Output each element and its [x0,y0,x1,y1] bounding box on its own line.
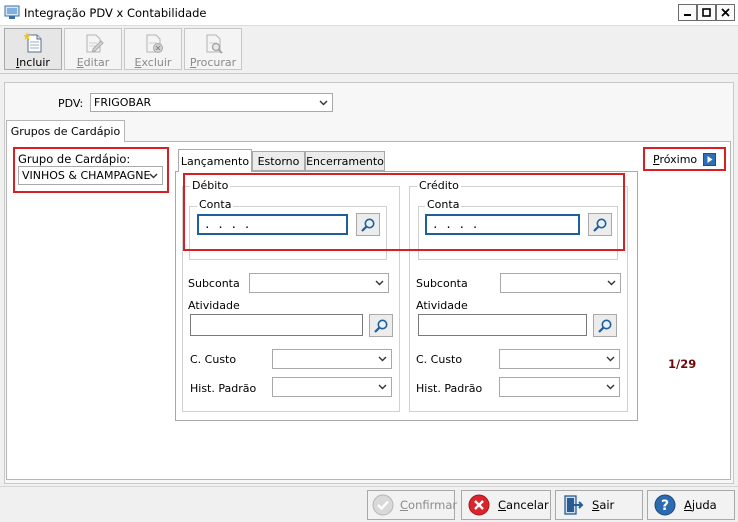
grupo-selected-value: VINHOS & CHAMPAGNES [22,169,150,182]
confirmar-label: Confirmar [400,498,458,512]
excluir-button[interactable]: Excluir [124,28,182,70]
chevron-down-icon [606,356,615,362]
credito-atividade-input[interactable] [418,314,587,336]
minimize-icon [684,14,691,16]
sair-button[interactable]: Sair [555,490,643,520]
maximize-icon [702,8,711,17]
debito-subconta-select[interactable] [249,273,389,293]
editar-label: Editar [76,56,110,69]
credito-ccusto-select[interactable] [499,349,620,369]
tab-estorno-label: Estorno [257,154,300,168]
search-icon [374,319,388,333]
credito-subconta-label: Subconta [416,277,468,290]
credito-hist-label: Hist. Padrão [416,382,483,395]
proximo-button[interactable]: Próximo [643,147,726,171]
incluir-button[interactable]: Incluir [4,28,62,70]
ajuda-button[interactable]: ? Ajuda [647,490,735,520]
debito-atividade-search-button[interactable] [369,314,393,337]
procurar-label: Procurar [189,56,237,69]
credito-atividade-label: Atividade [416,299,468,312]
tab-grupos-de-cardapio[interactable]: Grupos de Cardápio [6,120,125,142]
chevron-down-icon [375,280,384,286]
svg-text:?: ? [661,498,669,514]
record-counter: 1/29 [668,357,697,371]
credito-subconta-select[interactable] [500,273,621,293]
close-button[interactable] [716,4,735,21]
grupo-select[interactable]: VINHOS & CHAMPAGNES [18,166,163,185]
grupo-label: Grupo de Cardápio: [18,152,131,166]
pdv-label: PDV: [58,97,84,110]
cancel-icon [466,492,492,518]
editar-button[interactable]: Editar [64,28,122,70]
tab-grupos-label: Grupos de Cardápio [10,125,121,138]
credito-ccusto-label: C. Custo [416,353,463,366]
app-icon [4,5,20,20]
chevron-down-icon [149,173,158,178]
cancelar-button[interactable]: Cancelar [461,490,551,520]
chevron-down-icon [319,100,328,105]
tab-lancamento[interactable]: Lançamento [178,149,252,172]
search-icon [598,319,612,333]
conta-highlight-box [183,173,625,251]
minimize-button[interactable] [678,4,697,21]
debito-ccusto-select[interactable] [272,349,392,369]
debito-atividade-input[interactable] [190,314,363,336]
credito-hist-select[interactable] [499,377,620,397]
tab-encerramento-label: Encerramento [306,154,384,168]
search-document-icon [204,32,224,54]
play-next-icon [703,152,717,166]
debito-hist-label: Hist. Padrão [190,382,257,395]
pdv-select[interactable]: FRIGOBAR [90,93,333,112]
debito-ccusto-label: C. Custo [190,353,237,366]
tab-lancamento-label: Lançamento [180,154,250,168]
help-icon: ? [652,492,678,518]
footer-separator [0,486,738,487]
proximo-label: Próximo [653,152,698,166]
maximize-button[interactable] [697,4,716,21]
delete-document-icon [144,32,164,54]
close-icon [721,8,730,17]
debito-hist-select[interactable] [272,377,392,397]
credito-atividade-search-button[interactable] [593,314,617,337]
debito-atividade-label: Atividade [188,299,240,312]
debito-subconta-label: Subconta [188,277,240,290]
procurar-button[interactable]: Procurar [184,28,242,70]
confirmar-button[interactable]: Confirmar [367,490,458,520]
check-icon [372,492,394,518]
new-document-icon [23,32,44,54]
incluir-label: Incluir [16,56,50,69]
excluir-label: Excluir [134,56,172,69]
chevron-down-icon [378,356,387,362]
window-title: Integração PDV x Contabilidade [24,6,207,20]
chevron-down-icon [606,384,615,390]
exit-door-icon [560,492,586,518]
sair-label: Sair [592,498,615,512]
tab-estorno[interactable]: Estorno [252,151,305,171]
chevron-down-icon [607,280,616,286]
chevron-down-icon [378,384,387,390]
tab-encerramento[interactable]: Encerramento [305,151,385,171]
ajuda-label: Ajuda [684,498,717,512]
pdv-selected-value: FRIGOBAR [94,96,152,109]
edit-document-icon [84,32,104,54]
cancelar-label: Cancelar [498,498,549,512]
